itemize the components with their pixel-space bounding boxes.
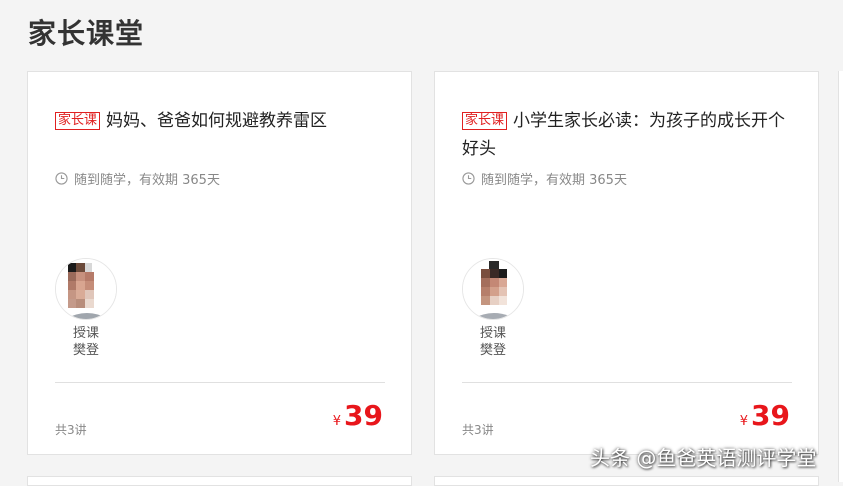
validity-info: 随到随学，有效期 365天 <box>55 169 220 188</box>
teacher-name[interactable]: 樊登 <box>55 339 117 358</box>
teacher-name[interactable]: 樊登 <box>462 339 524 358</box>
course-card[interactable]: 家长课小学生家长必读：为孩子的成长开个好头 随到随学，有效期 365天 授课 <box>434 71 819 455</box>
validity-info: 随到随学，有效期 365天 <box>462 169 627 188</box>
course-title-row[interactable]: 家长课 小学生家长必读：为孩子的成长开个好头 <box>462 107 792 163</box>
clock-icon <box>462 172 475 185</box>
course-card-next-column[interactable] <box>838 71 843 482</box>
price-value: 39 <box>344 399 383 432</box>
validity-text: 随到随学，有效期 365天 <box>74 173 220 188</box>
teacher-avatar[interactable] <box>55 258 117 320</box>
teacher-avatar[interactable] <box>462 258 524 320</box>
lesson-count: 共3讲 <box>55 423 87 437</box>
lesson-count: 共3讲 <box>462 423 494 437</box>
divider <box>462 382 792 383</box>
course-card[interactable]: 家长课 妈妈、爸爸如何规避教养雷区 随到随学，有效期 365天 授课 樊登 共3… <box>27 71 412 455</box>
divider <box>55 382 385 383</box>
course-title[interactable]: 小学生家长必读：为孩子的成长开个好头 <box>462 111 785 159</box>
price-value: 39 <box>751 399 790 432</box>
avatar-image <box>56 259 116 319</box>
course-card-next-row[interactable] <box>434 476 819 486</box>
price: ¥ 39 <box>740 399 790 432</box>
currency-symbol: ¥ <box>739 414 749 429</box>
course-title-row[interactable]: 家长课 妈妈、爸爸如何规避教养雷区 <box>55 107 385 135</box>
price: ¥ 39 <box>333 399 383 432</box>
course-card-next-row[interactable] <box>27 476 412 486</box>
watermark: 头条 @鱼爸英语测评学堂 <box>590 446 817 470</box>
validity-text: 随到随学，有效期 365天 <box>481 173 627 188</box>
clock-icon <box>55 172 68 185</box>
page-title: 家长课堂 <box>28 17 145 50</box>
course-title[interactable]: 妈妈、爸爸如何规避教养雷区 <box>106 111 327 131</box>
currency-symbol: ¥ <box>332 414 342 429</box>
course-tag: 家长课 <box>462 112 508 130</box>
avatar-image <box>463 259 523 319</box>
course-tag: 家长课 <box>55 112 101 130</box>
